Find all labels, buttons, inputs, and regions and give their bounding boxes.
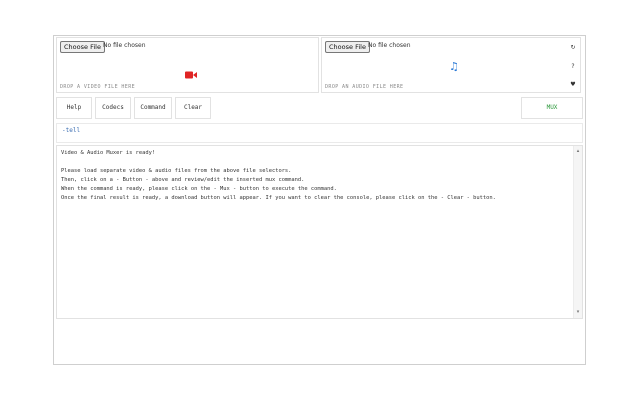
console-line [61, 158, 568, 167]
video-file-status: No file chosen [103, 42, 146, 49]
console-line: Please load separate video & audio files… [61, 167, 292, 174]
scroll-down-arrow-icon[interactable]: ▾ [574, 308, 582, 317]
scroll-up-arrow-icon[interactable]: ▴ [574, 147, 582, 156]
video-drop-hint: DROP A VIDEO FILE HERE [60, 84, 136, 90]
console-line: Once the final result is ready, a downlo… [61, 194, 496, 201]
audio-drop-hint: DROP AN AUDIO FILE HERE [325, 84, 404, 90]
audio-choose-file-button[interactable]: Choose File [325, 41, 370, 53]
help-button[interactable]: Help [56, 97, 92, 119]
codecs-button[interactable]: Codecs [95, 97, 131, 119]
audio-drop-zone[interactable]: Choose File No file chosen ♫ DROP AN AUD… [321, 37, 581, 93]
console-output[interactable]: Video & Audio Muxer is ready! Please loa… [56, 145, 583, 319]
video-camera-icon [185, 64, 197, 83]
command-button[interactable]: Command [134, 97, 172, 119]
console-scrollbar[interactable]: ▴ ▾ [573, 146, 582, 318]
toolbar: Help Codecs Command Clear MUX [56, 97, 583, 121]
music-note-icon: ♫ [449, 60, 459, 73]
help-icon[interactable]: ? [569, 63, 577, 70]
console-lines: Video & Audio Muxer is ready! Please loa… [61, 149, 568, 202]
console-line: When the command is ready, please click … [61, 185, 337, 192]
mux-button[interactable]: MUX [521, 97, 583, 119]
command-input[interactable]: -tell [56, 123, 583, 143]
app-frame: Choose File No file chosen DROP A VIDEO … [53, 35, 586, 365]
audio-file-status: No file chosen [368, 42, 411, 49]
video-choose-file-button[interactable]: Choose File [60, 41, 105, 53]
console-line: Then, click on a - Button - above and re… [61, 176, 305, 183]
refresh-icon[interactable]: ↻ [569, 44, 577, 51]
clear-button[interactable]: Clear [175, 97, 211, 119]
video-drop-zone[interactable]: Choose File No file chosen DROP A VIDEO … [56, 37, 319, 93]
heart-icon[interactable]: ♥ [569, 81, 577, 88]
console-line: Video & Audio Muxer is ready! [61, 150, 156, 156]
